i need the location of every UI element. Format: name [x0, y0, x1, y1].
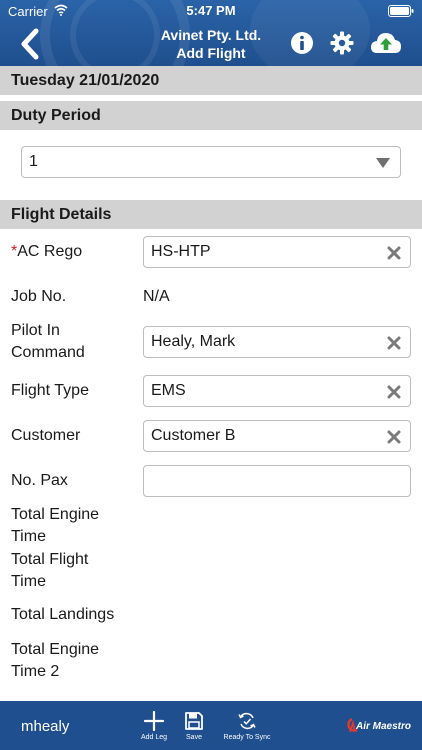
brand-name: Air Maestro: [356, 721, 412, 732]
clear-icon[interactable]: [387, 336, 401, 350]
date-bar: Tuesday 21/01/2020: [0, 66, 422, 95]
ac-rego-field[interactable]: HS-HTP: [143, 236, 411, 268]
total-engine-time-2-label: Total Engine Time 2: [11, 639, 131, 683]
total-flight-time-label: Total Flight Time: [11, 549, 131, 593]
flight-type-label: Flight Type: [11, 382, 89, 399]
app-header: Carrier 5:47 PM Avinet Pty. Ltd. Add Fli…: [0, 0, 422, 66]
sync-icon: [238, 712, 256, 730]
save-button[interactable]: Save: [169, 711, 219, 741]
gear-icon[interactable]: [330, 31, 354, 55]
header-title: Avinet Pty. Ltd. Add Flight: [130, 26, 292, 62]
customer-value: Customer B: [151, 427, 236, 444]
total-flight-time-line2: Time: [11, 573, 46, 590]
customer-label: Customer: [11, 427, 81, 444]
footer-toolbar: mhealy Add Leg Save Ready To Sync Air Ma…: [0, 701, 422, 750]
total-engine-time-label: Total Engine Time: [11, 504, 131, 548]
pilot-in-command-value: Healy, Mark: [151, 333, 236, 350]
pilot-label-line2: Command: [11, 344, 85, 361]
cloud-upload-icon[interactable]: [370, 29, 402, 57]
pilot-in-command-label: Pilot In Command: [11, 320, 131, 364]
status-bar: Carrier 5:47 PM: [0, 0, 422, 22]
total-landings-label: Total Landings: [11, 606, 115, 623]
duty-period-value: 1: [29, 153, 38, 170]
no-pax-label: No. Pax: [11, 472, 68, 489]
no-pax-input[interactable]: [143, 465, 411, 497]
ac-rego-label-text: AC Rego: [17, 243, 83, 260]
flight-type-field[interactable]: EMS: [143, 375, 411, 407]
save-label: Save: [186, 734, 202, 741]
ready-to-sync-button[interactable]: Ready To Sync: [222, 711, 272, 741]
plus-icon: [144, 711, 164, 731]
customer-field[interactable]: Customer B: [143, 420, 411, 452]
total-engine-time-2-line1: Total Engine: [11, 641, 100, 658]
duty-period-heading: Duty Period: [0, 101, 422, 130]
ready-to-sync-label: Ready To Sync: [223, 734, 271, 741]
battery-icon: [388, 5, 414, 17]
job-no-value: N/A: [143, 288, 170, 305]
pilot-label-line1: Pilot In: [11, 322, 60, 339]
clear-icon[interactable]: [387, 385, 401, 399]
info-icon[interactable]: [290, 31, 314, 55]
pilot-in-command-field[interactable]: Healy, Mark: [143, 326, 411, 358]
status-time: 5:47 PM: [186, 3, 236, 18]
company-name: Avinet Pty. Ltd.: [160, 27, 262, 43]
duty-period-select[interactable]: 1: [21, 146, 401, 178]
ac-rego-value: HS-HTP: [151, 243, 211, 260]
total-engine-time-2-line2: Time 2: [11, 663, 60, 680]
save-icon: [185, 712, 203, 730]
back-button[interactable]: [14, 26, 46, 62]
flight-type-value: EMS: [151, 382, 186, 399]
page-title: Add Flight: [176, 45, 246, 61]
job-no-label: Job No.: [11, 288, 67, 305]
total-engine-time-line2: Time: [11, 528, 46, 545]
clear-icon[interactable]: [387, 430, 401, 444]
ac-rego-label: *AC Rego: [11, 241, 131, 263]
total-flight-time-line1: Total Flight: [11, 551, 89, 568]
dropdown-arrow-icon: [376, 158, 390, 168]
total-engine-time-line1: Total Engine: [11, 506, 100, 523]
flight-details-heading: Flight Details: [0, 200, 422, 229]
clear-icon[interactable]: [387, 246, 401, 260]
username: mhealy: [21, 718, 70, 735]
